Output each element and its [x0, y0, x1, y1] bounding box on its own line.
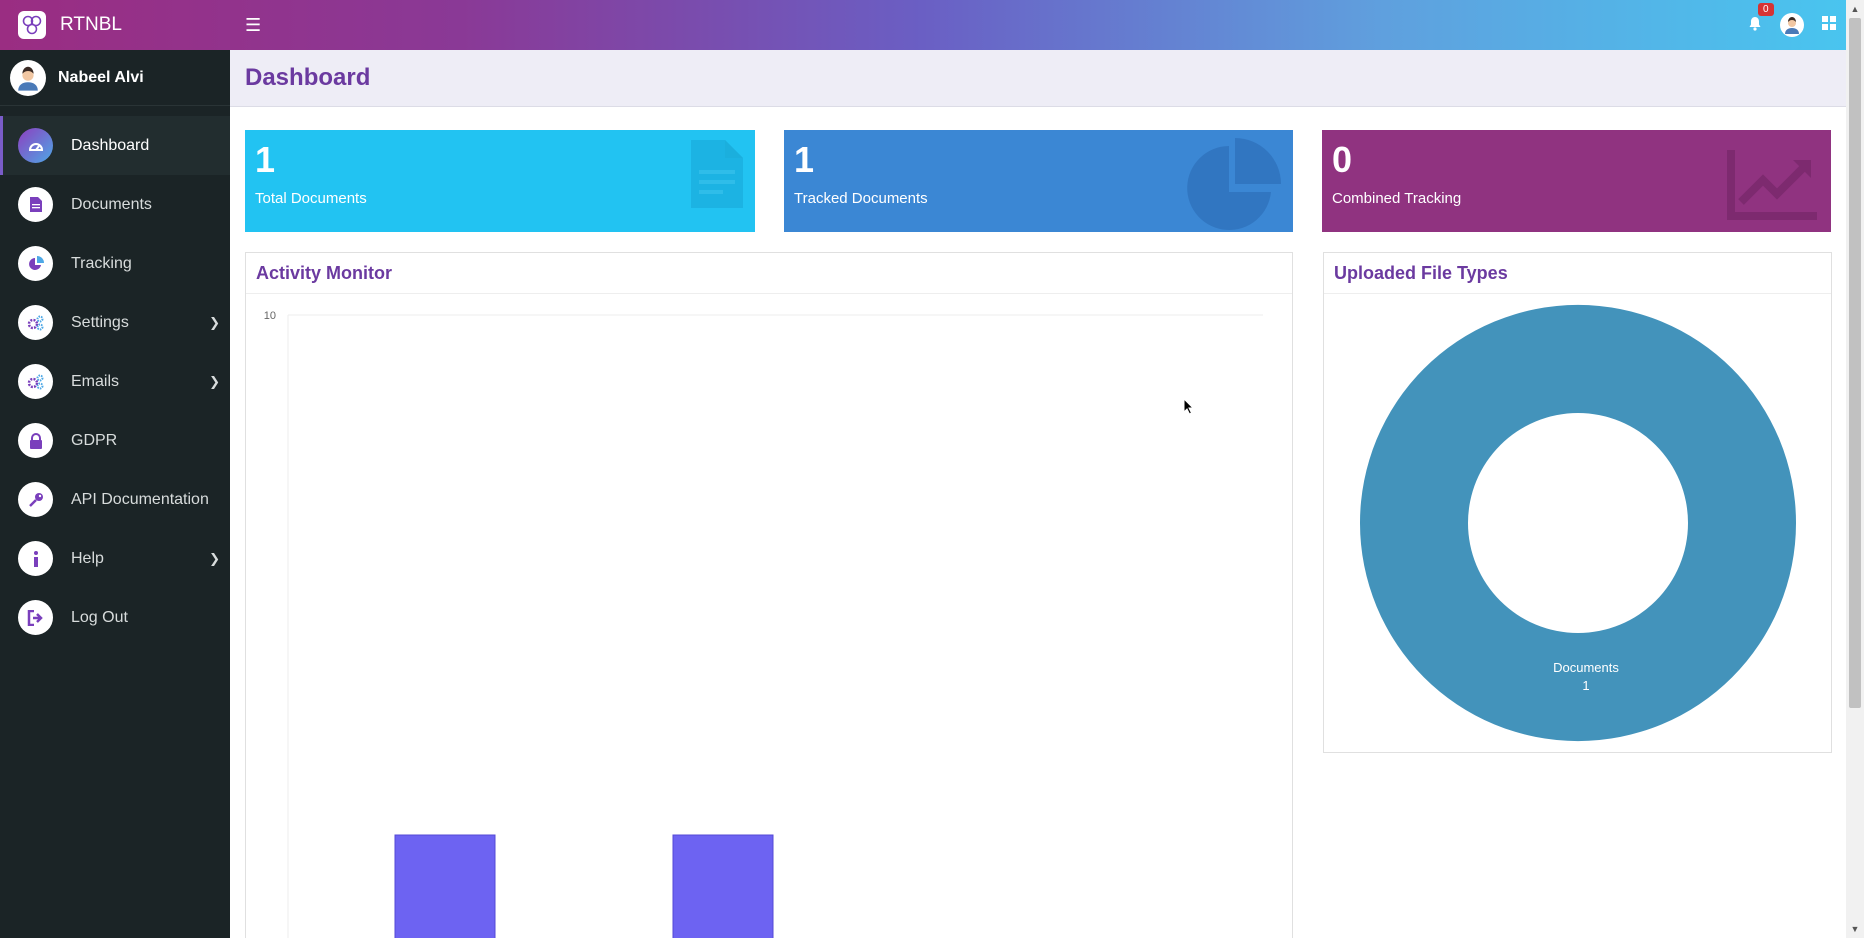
page-header: Dashboard [230, 50, 1846, 107]
stat-card-tracked-documents[interactable]: 1 Tracked Documents [784, 130, 1293, 232]
chevron-right-icon: ❯ [209, 550, 220, 566]
user-name: Nabeel Alvi [58, 68, 144, 86]
pie-chart-icon [1185, 138, 1281, 232]
activity-monitor-panel: Activity Monitor 10 [245, 252, 1293, 938]
panel-header: Uploaded File Types [1324, 253, 1831, 294]
notifications-button[interactable]: 0 [1748, 2, 1774, 35]
chevron-right-icon: ❯ [209, 314, 220, 330]
apps-grid-icon[interactable] [1822, 16, 1836, 34]
brand-name: RTNBL [60, 14, 122, 35]
bell-icon [1748, 16, 1762, 35]
sidebar-item-tracking[interactable]: Tracking [0, 234, 230, 293]
cogs-icon [18, 364, 53, 399]
document-icon [18, 187, 53, 222]
menu-toggle-icon[interactable]: ☰ [245, 15, 261, 36]
cogs-icon [18, 305, 53, 340]
panel-title: Uploaded File Types [1334, 262, 1508, 283]
mouse-cursor-icon [1183, 398, 1195, 415]
brand[interactable]: RTNBL [0, 11, 230, 39]
main-content: Dashboard 1 Total Documents 1 Tracked Do… [230, 50, 1846, 938]
lock-icon [18, 423, 53, 458]
sidebar-item-label: Log Out [71, 608, 128, 626]
donut-slice [1360, 304, 1796, 742]
info-icon [18, 541, 53, 576]
scroll-down-arrow-icon[interactable]: ▼ [1846, 920, 1864, 938]
sidebar-item-label: API Documentation [71, 490, 209, 508]
sidebar-item-label: Documents [71, 195, 152, 213]
panel-header: Activity Monitor [246, 253, 1292, 294]
sidebar: Nabeel Alvi Dashboard Documents Tracking… [0, 50, 230, 938]
sidebar-user[interactable]: Nabeel Alvi [0, 50, 230, 106]
document-icon [691, 140, 743, 213]
sidebar-item-emails[interactable]: Emails ❯ [0, 352, 230, 411]
chevron-right-icon: ❯ [209, 373, 220, 389]
sidebar-nav: Dashboard Documents Tracking Settings ❯ [0, 116, 230, 647]
sign-out-icon [18, 600, 53, 635]
top-navbar: RTNBL ☰ 0 [0, 0, 1846, 50]
notification-count-badge: 0 [1758, 2, 1774, 16]
scroll-up-arrow-icon[interactable]: ▲ [1846, 0, 1864, 18]
stat-value: 1 [255, 139, 276, 180]
file-types-donut-chart: Documents 1 [1360, 304, 1796, 742]
dashboard-gauge-icon [18, 128, 53, 163]
stat-label: Total Documents [255, 190, 367, 207]
bar [394, 834, 496, 938]
sidebar-item-help[interactable]: Help ❯ [0, 529, 230, 588]
avatar [10, 59, 46, 96]
sidebar-item-label: Emails [71, 372, 120, 390]
page-title: Dashboard [245, 64, 371, 91]
stat-card-total-documents[interactable]: 1 Total Documents [245, 130, 755, 232]
bar [672, 834, 774, 938]
brand-logo-icon [18, 11, 46, 39]
sidebar-item-api-documentation[interactable]: API Documentation [0, 470, 230, 529]
sidebar-item-log-out[interactable]: Log Out [0, 588, 230, 647]
file-types-panel: Uploaded File Types Documents 1 [1323, 252, 1832, 753]
pie-chart-icon [18, 246, 53, 281]
sidebar-item-label: Settings [71, 313, 129, 331]
sidebar-item-label: Help [71, 549, 104, 567]
y-tick-label: 10 [264, 310, 276, 322]
sidebar-item-label: GDPR [71, 431, 118, 449]
sidebar-item-settings[interactable]: Settings ❯ [0, 293, 230, 352]
panel-title: Activity Monitor [256, 262, 393, 283]
slice-label: Documents [1553, 660, 1619, 675]
activity-bar-chart: 10 [264, 310, 1263, 938]
sidebar-item-label: Tracking [71, 254, 132, 272]
stat-cards: 1 Total Documents 1 Tracked Documents 0 … [245, 130, 1846, 232]
stat-card-combined-tracking[interactable]: 0 Combined Tracking [1322, 130, 1831, 232]
trend-chart-icon [1727, 150, 1819, 225]
scrollbar-thumb[interactable] [1849, 18, 1861, 708]
user-avatar-button[interactable] [1780, 13, 1804, 37]
sidebar-item-gdpr[interactable]: GDPR [0, 411, 230, 470]
key-icon [18, 482, 53, 517]
sidebar-item-documents[interactable]: Documents [0, 175, 230, 234]
page-scrollbar[interactable]: ▲ ▼ [1846, 0, 1864, 938]
sidebar-item-label: Dashboard [71, 136, 150, 154]
sidebar-item-dashboard[interactable]: Dashboard [0, 116, 230, 175]
slice-value-label: 1 [1582, 678, 1589, 693]
